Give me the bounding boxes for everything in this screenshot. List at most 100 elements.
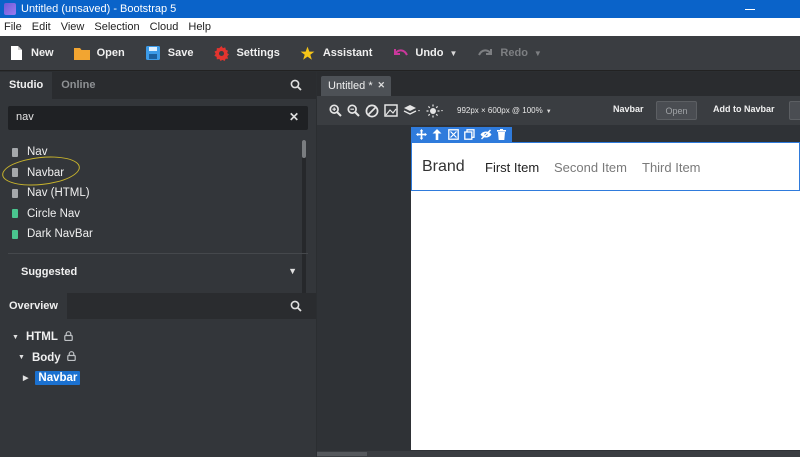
zoom-out-icon[interactable]: [347, 104, 360, 117]
left-panel: Studio Online ✕ Nav Navbar Nav (HTML) Ci…: [0, 72, 316, 457]
navbar-item-third[interactable]: Third Item: [642, 160, 701, 175]
save-button[interactable]: Save: [145, 41, 194, 65]
size-readout-label: 992px × 600px @ 100%: [457, 106, 543, 115]
tree-node-body[interactable]: ▼ Body: [0, 348, 316, 369]
tab-online[interactable]: Online: [52, 72, 104, 99]
menu-help[interactable]: Help: [188, 21, 211, 33]
result-item-nav-html[interactable]: Nav (HTML): [0, 183, 316, 204]
new-label: New: [31, 47, 54, 59]
undo-icon: [392, 45, 408, 61]
menu-cloud[interactable]: Cloud: [150, 21, 179, 33]
document-tab-label: Untitled *: [328, 80, 373, 92]
navbar-preview[interactable]: Brand First Item Second Item Third Item: [411, 142, 800, 191]
menu-view[interactable]: View: [61, 21, 85, 33]
overview-tabs: Overview: [0, 293, 316, 319]
open-label: Open: [96, 47, 125, 59]
tree-node-navbar[interactable]: ▶ Navbar: [0, 368, 316, 389]
title-bar: Untitled (unsaved) - Bootstrap 5: [0, 0, 800, 18]
window-title: Untitled (unsaved) - Bootstrap 5: [21, 3, 177, 15]
trash-icon[interactable]: [496, 129, 508, 140]
canvas-toolbar: 992px × 600px @ 100% ▼ Navbar Open Add to…: [317, 96, 800, 125]
results-scrollbar-thumb[interactable]: [302, 140, 306, 158]
tree-node-label: Navbar: [35, 371, 81, 386]
navbar-item-first[interactable]: First Item: [485, 160, 539, 175]
tab-overview[interactable]: Overview: [0, 293, 67, 319]
expand-triangle-icon[interactable]: ▼: [18, 354, 25, 361]
no-sign-icon[interactable]: [365, 104, 379, 118]
studio-tabs: Studio Online: [0, 72, 316, 99]
save-label: Save: [167, 47, 194, 59]
chevron-down-icon: ▼: [545, 109, 552, 115]
zoom-in-icon[interactable]: [329, 104, 342, 117]
suggested-section[interactable]: Suggested ▼: [0, 258, 316, 292]
tab-untitled[interactable]: Untitled * ✕: [321, 76, 391, 96]
menu-bar: File Edit View Selection Cloud Help: [0, 18, 800, 36]
tree-node-label: HTML: [25, 331, 58, 344]
settings-button[interactable]: Settings: [213, 41, 280, 65]
expand-triangle-icon[interactable]: ▼: [12, 334, 19, 341]
chevron-down-icon[interactable]: ▼: [288, 266, 297, 276]
duplicate-icon[interactable]: [464, 129, 476, 140]
undo-dropdown-icon[interactable]: ▼: [450, 49, 458, 58]
overview-tree: ▼ HTML ▼ Body ▶ Navbar: [0, 327, 316, 389]
document-tabs: Untitled * ✕: [317, 72, 800, 96]
redo-dropdown-icon[interactable]: ▼: [534, 49, 542, 58]
horizontal-scrollbar-thumb[interactable]: [317, 452, 367, 456]
navbar-brand[interactable]: Brand: [422, 158, 465, 176]
main-toolbar: New Open Save Settings Assistant Undo ▼: [0, 36, 800, 71]
navbar-item-second[interactable]: Second Item: [554, 160, 627, 175]
undo-button[interactable]: Undo ▼: [392, 41, 457, 65]
undo-label: Undo: [415, 47, 444, 59]
size-readout[interactable]: 992px × 600px @ 100% ▼: [457, 106, 552, 115]
result-label: Nav (HTML): [27, 187, 90, 200]
horizontal-scrollbar[interactable]: [317, 451, 800, 457]
floppy-disk-icon: [145, 45, 161, 61]
layers-icon[interactable]: [403, 104, 421, 117]
star-icon: [300, 45, 316, 61]
result-label: Circle Nav: [27, 207, 81, 220]
assistant-label: Assistant: [322, 47, 373, 59]
lock-icon: [66, 351, 76, 364]
move-icon[interactable]: [415, 129, 427, 140]
menu-selection[interactable]: Selection: [94, 21, 139, 33]
clear-search-icon[interactable]: ✕: [289, 110, 299, 124]
menu-file[interactable]: File: [4, 21, 22, 33]
image-icon[interactable]: [384, 104, 398, 117]
new-button[interactable]: New: [8, 41, 54, 65]
component-label: Navbar: [613, 104, 644, 114]
result-item-dark-navbar[interactable]: Dark NavBar: [0, 224, 316, 245]
result-item-circle-nav[interactable]: Circle Nav: [0, 204, 316, 225]
assistant-button[interactable]: Assistant: [300, 41, 373, 65]
component-doc-icon: [12, 188, 18, 198]
close-icon[interactable]: ✕: [377, 80, 385, 91]
tree-node-label: Body: [31, 351, 61, 364]
search-input[interactable]: [16, 111, 276, 123]
search-icon[interactable]: [290, 300, 302, 315]
resize-icon[interactable]: [447, 129, 459, 140]
folder-icon: [73, 45, 90, 61]
search-icon[interactable]: [290, 79, 302, 94]
overflow-button[interactable]: [789, 101, 800, 120]
collapsed-triangle-icon[interactable]: ▶: [23, 374, 28, 382]
open-button[interactable]: Open: [73, 41, 125, 65]
editor-area: Untitled * ✕ 992px × 600px @ 100% ▼ Navba…: [317, 72, 800, 457]
lock-icon: [64, 330, 73, 344]
tree-node-html[interactable]: ▼ HTML: [0, 327, 316, 348]
menu-edit[interactable]: Edit: [32, 21, 51, 33]
component-doc-icon: [12, 147, 18, 157]
tab-studio[interactable]: Studio: [0, 72, 53, 99]
open-component-button[interactable]: Open: [656, 101, 697, 120]
component-doc-icon: [12, 229, 18, 239]
app-icon: [4, 3, 16, 15]
arrow-up-icon[interactable]: [431, 129, 443, 140]
new-file-icon: [8, 45, 24, 61]
brightness-icon[interactable]: [426, 104, 444, 118]
gear-icon: [213, 45, 229, 61]
selection-toolbar: [411, 127, 512, 142]
hide-eye-icon[interactable]: [480, 129, 492, 140]
minimize-icon[interactable]: [745, 0, 755, 10]
redo-button[interactable]: Redo ▼: [477, 41, 542, 65]
component-search[interactable]: ✕: [8, 106, 308, 130]
suggested-label: Suggested: [21, 266, 78, 278]
add-to-navbar-button[interactable]: Add to Navbar: [713, 104, 775, 114]
